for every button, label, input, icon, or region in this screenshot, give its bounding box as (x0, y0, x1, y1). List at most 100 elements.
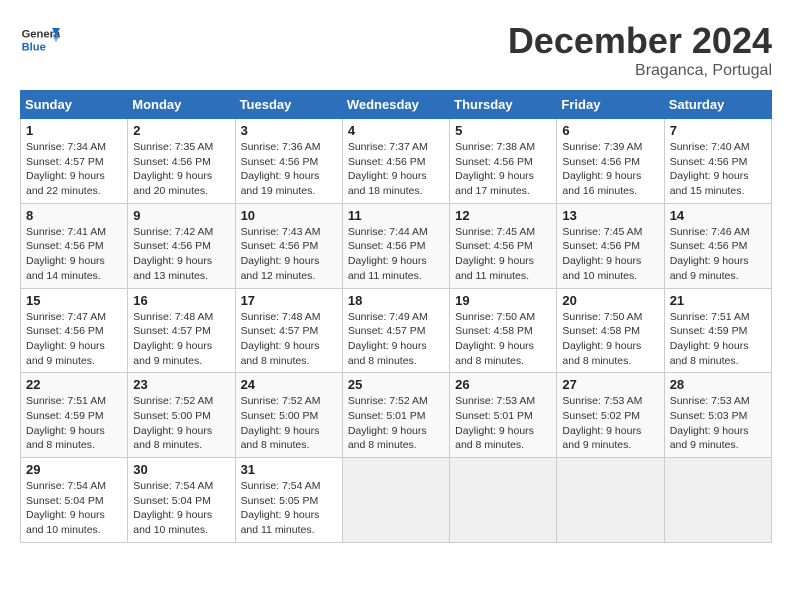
calendar-cell (342, 458, 449, 543)
calendar-cell: 19 Sunrise: 7:50 AMSunset: 4:58 PMDayligh… (450, 288, 557, 373)
day-number: 23 (133, 377, 229, 392)
day-number: 18 (348, 293, 444, 308)
calendar-cell: 20 Sunrise: 7:50 AMSunset: 4:58 PMDayligh… (557, 288, 664, 373)
calendar-cell: 26Sunrise: 7:53 AMSunset: 5:01 PMDayligh… (450, 373, 557, 458)
calendar-cell: 12 Sunrise: 7:45 AMSunset: 4:56 PMDayligh… (450, 203, 557, 288)
calendar-body: 1Sunrise: 7:34 AMSunset: 4:57 PMDaylight… (21, 119, 772, 543)
weekday-sunday: Sunday (21, 91, 128, 119)
day-number: 2 (133, 123, 229, 138)
day-info: Sunrise: 7:48 AMSunset: 4:57 PMDaylight:… (133, 311, 213, 367)
calendar-cell: 11 Sunrise: 7:44 AMSunset: 4:56 PMDayligh… (342, 203, 449, 288)
svg-text:Blue: Blue (22, 41, 46, 53)
day-info: Sunrise: 7:50 AMSunset: 4:58 PMDaylight:… (562, 311, 642, 367)
day-info: Sunrise: 7:54 AMSunset: 5:04 PMDaylight:… (26, 480, 106, 536)
day-info: Sunrise: 7:38 AMSunset: 4:56 PMDaylight:… (455, 141, 535, 197)
day-number: 30 (133, 462, 229, 477)
day-info: Sunrise: 7:49 AMSunset: 4:57 PMDaylight:… (348, 311, 428, 367)
calendar-cell (557, 458, 664, 543)
calendar-cell (450, 458, 557, 543)
day-number: 14 (670, 208, 766, 223)
calendar-cell: 1Sunrise: 7:34 AMSunset: 4:57 PMDaylight… (21, 119, 128, 204)
weekday-wednesday: Wednesday (342, 91, 449, 119)
day-number: 29 (26, 462, 122, 477)
day-info: Sunrise: 7:52 AMSunset: 5:00 PMDaylight:… (241, 395, 321, 451)
weekday-monday: Monday (128, 91, 235, 119)
day-number: 4 (348, 123, 444, 138)
title-block: December 2024 Braganca, Portugal (508, 20, 772, 80)
day-number: 12 (455, 208, 551, 223)
calendar-cell: 7 Sunrise: 7:40 AMSunset: 4:56 PMDaylight… (664, 119, 771, 204)
day-number: 19 (455, 293, 551, 308)
day-info: Sunrise: 7:41 AMSunset: 4:56 PMDaylight:… (26, 226, 106, 282)
calendar-cell: 15 Sunrise: 7:47 AMSunset: 4:56 PMDayligh… (21, 288, 128, 373)
day-number: 5 (455, 123, 551, 138)
calendar-cell: 28 Sunrise: 7:53 AMSunset: 5:03 PMDayligh… (664, 373, 771, 458)
day-number: 21 (670, 293, 766, 308)
day-info: Sunrise: 7:44 AMSunset: 4:56 PMDaylight:… (348, 226, 428, 282)
day-number: 26 (455, 377, 551, 392)
calendar-table: SundayMondayTuesdayWednesdayThursdayFrid… (20, 90, 772, 543)
calendar-cell: 2 Sunrise: 7:35 AMSunset: 4:56 PMDaylight… (128, 119, 235, 204)
calendar-cell: 27Sunrise: 7:53 AMSunset: 5:02 PMDayligh… (557, 373, 664, 458)
day-info: Sunrise: 7:50 AMSunset: 4:58 PMDaylight:… (455, 311, 535, 367)
day-number: 7 (670, 123, 766, 138)
calendar-cell: 30 Sunrise: 7:54 AMSunset: 5:04 PMDayligh… (128, 458, 235, 543)
weekday-tuesday: Tuesday (235, 91, 342, 119)
day-number: 22 (26, 377, 122, 392)
calendar-cell: 14 Sunrise: 7:46 AMSunset: 4:56 PMDayligh… (664, 203, 771, 288)
day-number: 16 (133, 293, 229, 308)
calendar-cell: 21 Sunrise: 7:51 AMSunset: 4:59 PMDayligh… (664, 288, 771, 373)
calendar-cell: 10 Sunrise: 7:43 AMSunset: 4:56 PMDayligh… (235, 203, 342, 288)
calendar-week-2: 8 Sunrise: 7:41 AMSunset: 4:56 PMDaylight… (21, 203, 772, 288)
day-info: Sunrise: 7:52 AMSunset: 5:01 PMDaylight:… (348, 395, 428, 451)
calendar-cell: 22Sunrise: 7:51 AMSunset: 4:59 PMDayligh… (21, 373, 128, 458)
day-info: Sunrise: 7:46 AMSunset: 4:56 PMDaylight:… (670, 226, 750, 282)
day-info: Sunrise: 7:36 AMSunset: 4:56 PMDaylight:… (241, 141, 321, 197)
day-info: Sunrise: 7:53 AMSunset: 5:03 PMDaylight:… (670, 395, 750, 451)
day-number: 17 (241, 293, 337, 308)
calendar-cell: 8 Sunrise: 7:41 AMSunset: 4:56 PMDaylight… (21, 203, 128, 288)
calendar-week-3: 15 Sunrise: 7:47 AMSunset: 4:56 PMDayligh… (21, 288, 772, 373)
day-number: 10 (241, 208, 337, 223)
day-info: Sunrise: 7:42 AMSunset: 4:56 PMDaylight:… (133, 226, 213, 282)
day-number: 15 (26, 293, 122, 308)
calendar-cell: 9Sunrise: 7:42 AMSunset: 4:56 PMDaylight… (128, 203, 235, 288)
calendar-cell: 31Sunrise: 7:54 AMSunset: 5:05 PMDayligh… (235, 458, 342, 543)
logo-icon: General Blue (20, 20, 60, 60)
calendar-cell: 29 Sunrise: 7:54 AMSunset: 5:04 PMDayligh… (21, 458, 128, 543)
day-number: 28 (670, 377, 766, 392)
weekday-thursday: Thursday (450, 91, 557, 119)
calendar-cell: 18 Sunrise: 7:49 AMSunset: 4:57 PMDayligh… (342, 288, 449, 373)
calendar-week-1: 1Sunrise: 7:34 AMSunset: 4:57 PMDaylight… (21, 119, 772, 204)
day-info: Sunrise: 7:45 AMSunset: 4:56 PMDaylight:… (455, 226, 535, 282)
calendar-cell: 6Sunrise: 7:39 AMSunset: 4:56 PMDaylight… (557, 119, 664, 204)
calendar-week-4: 22Sunrise: 7:51 AMSunset: 4:59 PMDayligh… (21, 373, 772, 458)
day-info: Sunrise: 7:39 AMSunset: 4:56 PMDaylight:… (562, 141, 642, 197)
day-info: Sunrise: 7:52 AMSunset: 5:00 PMDaylight:… (133, 395, 213, 451)
page-header: General Blue December 2024 Braganca, Por… (20, 20, 772, 80)
day-info: Sunrise: 7:53 AMSunset: 5:02 PMDaylight:… (562, 395, 642, 451)
month-title: December 2024 (508, 20, 772, 62)
calendar-cell: 4 Sunrise: 7:37 AMSunset: 4:56 PMDaylight… (342, 119, 449, 204)
location: Braganca, Portugal (508, 62, 772, 80)
day-number: 11 (348, 208, 444, 223)
day-info: Sunrise: 7:48 AMSunset: 4:57 PMDaylight:… (241, 311, 321, 367)
logo: General Blue (20, 20, 64, 60)
day-info: Sunrise: 7:34 AMSunset: 4:57 PMDaylight:… (26, 141, 106, 197)
day-number: 20 (562, 293, 658, 308)
calendar-cell: 17 Sunrise: 7:48 AMSunset: 4:57 PMDayligh… (235, 288, 342, 373)
calendar-cell: 16 Sunrise: 7:48 AMSunset: 4:57 PMDayligh… (128, 288, 235, 373)
weekday-friday: Friday (557, 91, 664, 119)
weekday-saturday: Saturday (664, 91, 771, 119)
calendar-cell: 5 Sunrise: 7:38 AMSunset: 4:56 PMDaylight… (450, 119, 557, 204)
calendar-week-5: 29 Sunrise: 7:54 AMSunset: 5:04 PMDayligh… (21, 458, 772, 543)
day-info: Sunrise: 7:37 AMSunset: 4:56 PMDaylight:… (348, 141, 428, 197)
day-info: Sunrise: 7:43 AMSunset: 4:56 PMDaylight:… (241, 226, 321, 282)
day-info: Sunrise: 7:47 AMSunset: 4:56 PMDaylight:… (26, 311, 106, 367)
day-info: Sunrise: 7:35 AMSunset: 4:56 PMDaylight:… (133, 141, 213, 197)
day-info: Sunrise: 7:54 AMSunset: 5:04 PMDaylight:… (133, 480, 213, 536)
day-info: Sunrise: 7:51 AMSunset: 4:59 PMDaylight:… (670, 311, 750, 367)
day-info: Sunrise: 7:45 AMSunset: 4:56 PMDaylight:… (562, 226, 642, 282)
day-number: 8 (26, 208, 122, 223)
day-info: Sunrise: 7:40 AMSunset: 4:56 PMDaylight:… (670, 141, 750, 197)
